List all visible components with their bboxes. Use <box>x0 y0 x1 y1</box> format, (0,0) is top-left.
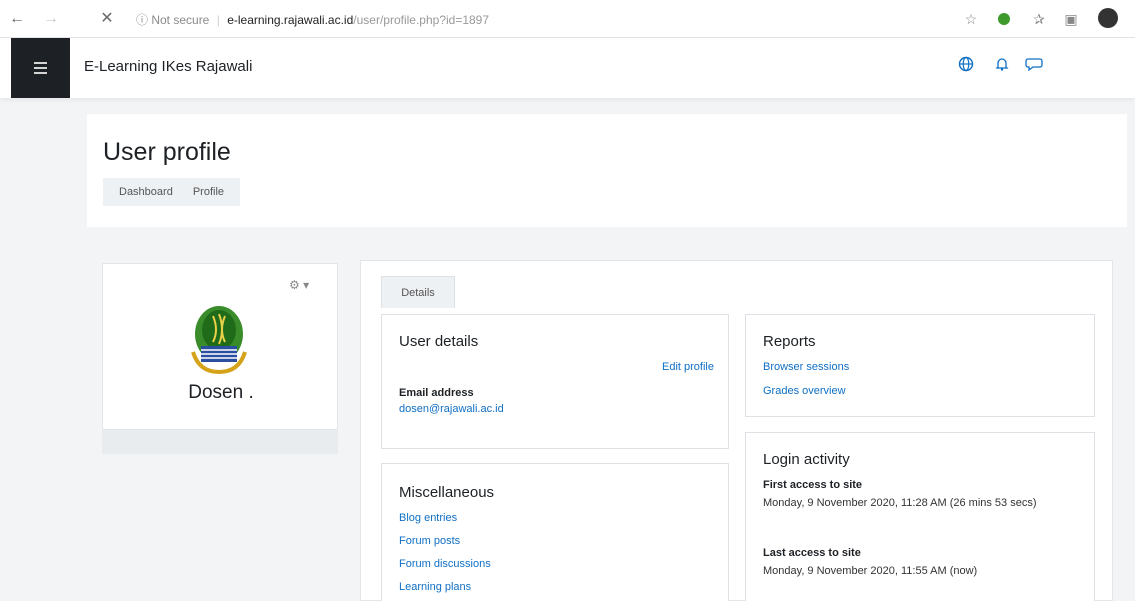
notification-bell-icon[interactable] <box>992 56 1012 76</box>
favorites-icon[interactable]: ✰ <box>1030 10 1048 28</box>
browser-toolbar: ← → ✕ ⓘ Not secure | e-learning.rajawali… <box>0 0 1135 38</box>
extension-icon[interactable] <box>998 13 1010 25</box>
menu-toggle-button[interactable] <box>11 38 70 98</box>
collections-icon[interactable]: ▣ <box>1062 10 1080 28</box>
url-domain: e-learning.rajawali.ac.id <box>227 13 354 27</box>
login-activity-section: Login activity First access to site Mond… <box>745 432 1095 601</box>
forward-icon[interactable]: → <box>40 8 62 30</box>
breadcrumb-dashboard[interactable]: Dashboard <box>109 186 183 198</box>
security-indicator[interactable]: ⓘ Not secure <box>136 13 209 27</box>
profile-avatar-icon[interactable] <box>1098 8 1118 28</box>
page-title: User profile <box>103 138 231 166</box>
blog-entries-link[interactable]: Blog entries <box>399 512 457 524</box>
edit-profile-link[interactable]: Edit profile <box>662 361 714 373</box>
grades-overview-link[interactable]: Grades overview <box>763 385 846 397</box>
last-access-value: Monday, 9 November 2020, 11:55 AM (now) <box>763 565 978 577</box>
tab-details[interactable]: Details <box>381 276 455 308</box>
forum-posts-link[interactable]: Forum posts <box>399 535 460 547</box>
last-access-label: Last access to site <box>763 547 861 559</box>
browser-sessions-link[interactable]: Browser sessions <box>763 361 849 373</box>
reports-section: Reports Browser sessions Grades overview <box>745 314 1095 417</box>
learning-plans-link[interactable]: Learning plans <box>399 581 471 593</box>
language-globe-icon[interactable] <box>956 56 976 76</box>
site-name[interactable]: E-Learning IKes Rajawali <box>84 58 252 75</box>
profile-name: Dosen . <box>188 382 254 403</box>
user-details-title: User details <box>399 333 479 350</box>
first-access-value: Monday, 9 November 2020, 11:28 AM (26 mi… <box>763 497 1037 509</box>
reports-title: Reports <box>763 333 816 350</box>
profile-summary-card: ⚙ ▾ Dosen . <box>102 263 338 430</box>
login-activity-title: Login activity <box>763 451 850 468</box>
profile-card-footer <box>102 430 338 454</box>
star-icon[interactable]: ☆ <box>962 10 980 28</box>
miscellaneous-title: Miscellaneous <box>399 484 495 501</box>
url-path: /user/profile.php?id=1897 <box>353 13 490 27</box>
gear-icon[interactable]: ⚙ ▾ <box>289 278 309 292</box>
site-navbar: E-Learning IKes Rajawali <box>0 38 1135 98</box>
breadcrumb-profile[interactable]: Profile <box>183 186 234 198</box>
email-link[interactable]: dosen@rajawali.ac.id <box>399 403 504 415</box>
email-label: Email address <box>399 387 474 399</box>
first-access-label: First access to site <box>763 479 863 491</box>
miscellaneous-section: Miscellaneous Blog entries Forum posts F… <box>381 463 729 601</box>
address-separator: | <box>216 13 220 27</box>
forum-discussions-link[interactable]: Forum discussions <box>399 558 491 570</box>
breadcrumb: Dashboard Profile <box>103 178 241 206</box>
user-details-section: User details Edit profile Email address … <box>381 314 729 449</box>
back-icon[interactable]: ← <box>6 8 28 30</box>
page-header: User profile Dashboard Profile <box>87 114 1127 227</box>
stop-icon[interactable]: ✕ <box>96 8 118 30</box>
institution-logo <box>191 306 247 375</box>
messages-icon[interactable] <box>1024 56 1044 76</box>
address-bar[interactable]: ⓘ Not secure | e-learning.rajawali.ac.id… <box>136 11 489 28</box>
